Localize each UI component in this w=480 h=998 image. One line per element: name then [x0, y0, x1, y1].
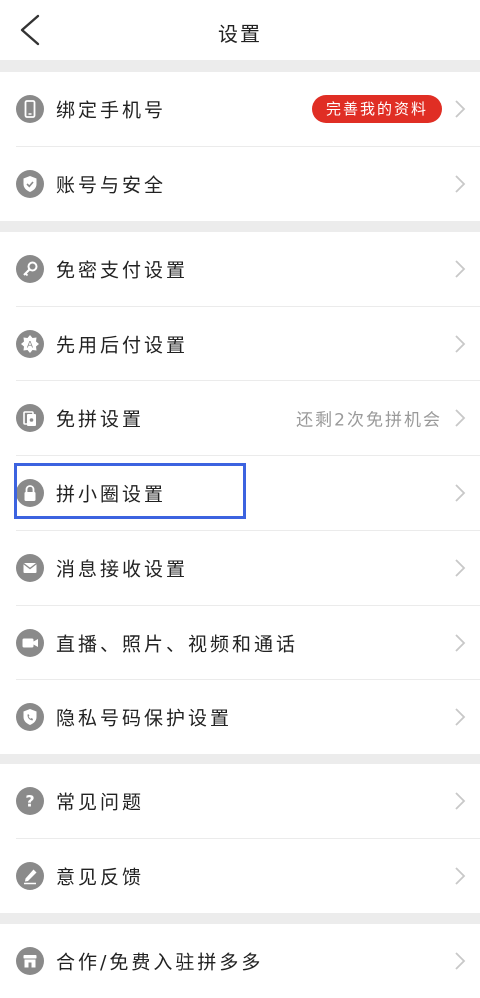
settings-item-pay-later[interactable]: A 先用后付设置 [0, 307, 480, 381]
chevron-right-icon [455, 484, 466, 502]
section-separator [0, 60, 480, 72]
video-camera-icon [16, 629, 44, 657]
settings-item-bind-phone[interactable]: 绑定手机号 完善我的资料 [0, 72, 480, 146]
chevron-right-icon [455, 634, 466, 652]
settings-item-label: 账号与安全 [56, 174, 167, 197]
remaining-count-text: 还剩2次免拼机会 [296, 410, 442, 431]
chevron-right-icon [455, 409, 466, 427]
chevron-right-icon [455, 260, 466, 278]
settings-item-faq[interactable]: ? 常见问题 [0, 764, 480, 838]
chevron-right-icon [455, 952, 466, 970]
question-icon: ? [16, 787, 44, 815]
svg-text:?: ? [25, 792, 34, 811]
settings-item-feedback[interactable]: 意见反馈 [0, 839, 480, 913]
store-icon [16, 947, 44, 975]
key-icon [16, 255, 44, 283]
page-title: 设置 [218, 22, 262, 46]
settings-item-cooperation[interactable]: 合作/免费入驻拼多多 [0, 924, 480, 998]
shield-check-icon [16, 170, 44, 198]
settings-item-label: 意见反馈 [56, 866, 145, 889]
navigation-bar: 设置 [0, 0, 480, 60]
chevron-right-icon [455, 175, 466, 193]
settings-item-label: 直播、照片、视频和通话 [56, 633, 299, 656]
settings-item-group-free[interactable]: 免拼设置 还剩2次免拼机会 [0, 381, 480, 455]
chevron-right-icon [455, 867, 466, 885]
card-icon [16, 404, 44, 432]
complete-profile-badge[interactable]: 完善我的资料 [311, 95, 442, 123]
phone-shield-icon [16, 703, 44, 731]
settings-item-privacy-number[interactable]: 隐私号码保护设置 [0, 680, 480, 754]
settings-item-label: 合作/免费入驻拼多多 [56, 951, 264, 974]
settings-item-message-receive[interactable]: 消息接收设置 [0, 531, 480, 605]
mail-icon [16, 554, 44, 582]
selection-highlight-box [14, 463, 246, 519]
settings-item-label: 隐私号码保护设置 [56, 707, 233, 730]
settings-item-label: 绑定手机号 [56, 99, 167, 122]
settings-item-label: 免拼设置 [56, 408, 145, 431]
chevron-right-icon [455, 100, 466, 118]
chevron-right-icon [455, 792, 466, 810]
section-separator [0, 220, 480, 232]
settings-item-label: 先用后付设置 [56, 334, 189, 357]
gear-badge-icon: A [16, 330, 44, 358]
settings-item-live-photo-video-call[interactable]: 直播、照片、视频和通话 [0, 606, 480, 680]
settings-item-label: 常见问题 [56, 791, 145, 814]
settings-item-label: 免密支付设置 [56, 259, 189, 282]
svg-text:A: A [27, 341, 34, 351]
settings-item-account-security[interactable]: 账号与安全 [0, 147, 480, 221]
phone-icon [16, 95, 44, 123]
pencil-icon [16, 862, 44, 890]
chevron-right-icon [455, 559, 466, 577]
chevron-right-icon [455, 335, 466, 353]
settings-item-label: 消息接收设置 [56, 558, 189, 581]
settings-item-password-free-payment[interactable]: 免密支付设置 [0, 232, 480, 306]
section-separator [0, 912, 480, 924]
chevron-right-icon [455, 708, 466, 726]
